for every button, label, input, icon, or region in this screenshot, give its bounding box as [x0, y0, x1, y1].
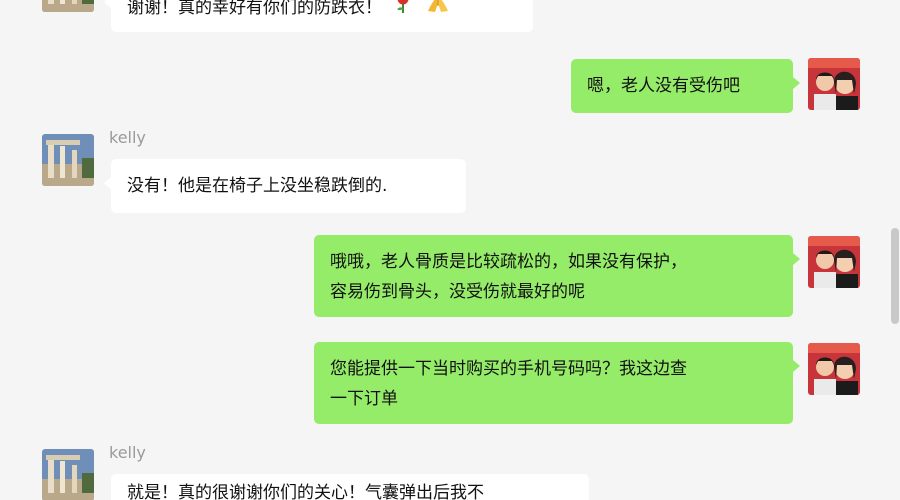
- message-text: 就是！真的很谢谢你们的关心！气囊弹出后我不: [127, 483, 484, 500]
- message-bubble-outgoing[interactable]: 嗯，老人没有受伤吧: [571, 59, 800, 113]
- sender-name: kelly: [109, 128, 146, 147]
- avatar-self[interactable]: [808, 58, 860, 110]
- rose-icon: [393, 0, 413, 24]
- message-bubble-incoming[interactable]: 没有！他是在椅子上没坐稳跌倒的.: [104, 159, 466, 213]
- scrollbar-thumb[interactable]: [891, 228, 899, 324]
- message-text-line: 容易伤到骨头，没受伤就最好的呢: [330, 282, 585, 302]
- message-text-line: 一下订单: [330, 389, 398, 409]
- message-text: 没有！他是在椅子上没坐稳跌倒的.: [127, 176, 388, 196]
- message-bubble-incoming[interactable]: 谢谢！真的幸好有你们的防跌衣！: [104, 0, 533, 32]
- avatar-self[interactable]: [808, 343, 860, 395]
- pray-hands-icon: [425, 0, 451, 24]
- scrollbar-track[interactable]: [890, 0, 900, 500]
- message-bubble-incoming[interactable]: 就是！真的很谢谢你们的关心！气囊弹出后我不: [111, 474, 589, 500]
- message-text: 谢谢！真的幸好有你们的防跌衣！: [127, 0, 382, 18]
- avatar-kelly[interactable]: [42, 449, 94, 500]
- message-bubble-outgoing[interactable]: 哦哦，老人骨质是比较疏松的，如果没有保护， 容易伤到骨头，没受伤就最好的呢: [314, 235, 800, 317]
- sender-name: kelly: [109, 443, 146, 462]
- avatar-self[interactable]: [808, 236, 860, 288]
- chat-message-area: 谢谢！真的幸好有你们的防跌衣！ 嗯，老人没有受伤吧 kelly 没有！他是在椅子…: [0, 0, 900, 500]
- message-text: 嗯，老人没有受伤吧: [587, 76, 740, 96]
- message-text-line: 您能提供一下当时购买的手机号码吗？我这边查: [330, 359, 687, 379]
- message-text-line: 哦哦，老人骨质是比较疏松的，如果没有保护，: [330, 252, 687, 272]
- avatar-kelly[interactable]: [42, 0, 94, 12]
- avatar-kelly[interactable]: [42, 134, 94, 186]
- message-bubble-outgoing[interactable]: 您能提供一下当时购买的手机号码吗？我这边查 一下订单: [314, 342, 800, 424]
